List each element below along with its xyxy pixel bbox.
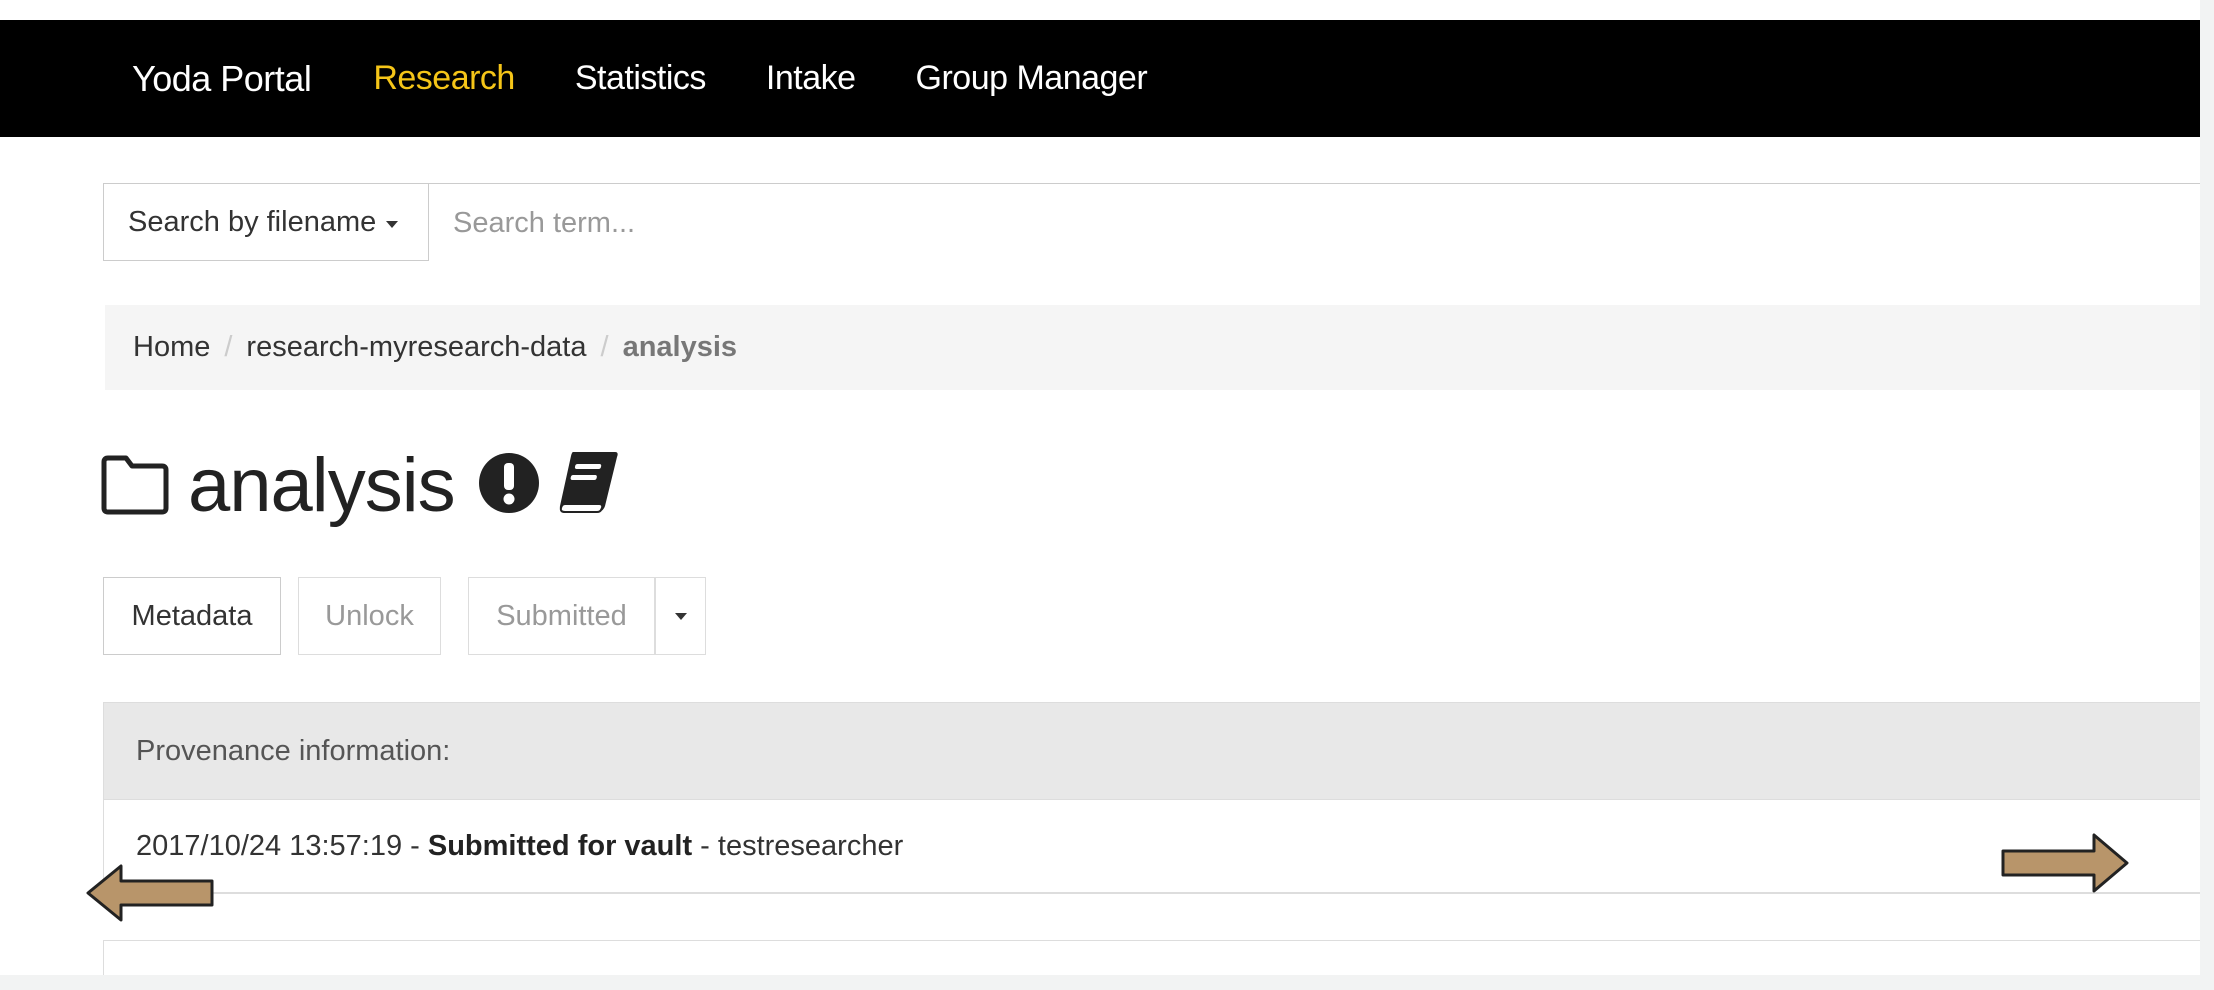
nav-group-manager[interactable]: Group Manager — [916, 59, 1148, 98]
provenance-dash: - — [692, 829, 718, 862]
provenance-heading: Provenance information: — [104, 703, 2200, 800]
search-input[interactable] — [429, 184, 2200, 262]
book-icon[interactable] — [555, 448, 621, 523]
unlock-button[interactable]: Unlock — [298, 577, 441, 655]
nav-intake[interactable]: Intake — [766, 59, 856, 98]
page: Yoda Portal Research Statistics Intake G… — [0, 0, 2214, 990]
browser-viewport: Yoda Portal Research Statistics Intake G… — [0, 0, 2200, 975]
lower-panel — [103, 940, 2200, 975]
arrow-left-icon — [85, 863, 215, 928]
search-type-dropdown[interactable]: Search by filename — [104, 184, 429, 260]
arrow-right-icon — [2000, 832, 2130, 899]
top-navbar: Yoda Portal Research Statistics Intake G… — [0, 20, 2200, 137]
exclamation-circle-icon[interactable] — [477, 451, 541, 520]
breadcrumb-separator: / — [600, 331, 609, 363]
breadcrumb-home[interactable]: Home — [133, 331, 210, 364]
breadcrumb: Home / research-myresearch-data / analys… — [105, 305, 2200, 390]
brand-link[interactable]: Yoda Portal — [132, 58, 312, 100]
nav-research[interactable]: Research — [373, 59, 515, 98]
provenance-panel: Provenance information: 2017/10/24 13:57… — [103, 702, 2200, 894]
search-bar: Search by filename — [103, 183, 2200, 262]
breadcrumb-current: analysis — [622, 331, 738, 363]
status-dropdown-toggle[interactable] — [655, 577, 706, 655]
provenance-entry: 2017/10/24 13:57:19 - Submitted for vaul… — [104, 800, 2200, 893]
breadcrumb-separator: / — [224, 331, 233, 363]
folder-title-row: analysis — [100, 440, 621, 530]
search-type-label: Search by filename — [128, 205, 377, 238]
folder-icon — [100, 454, 170, 516]
provenance-timestamp: 2017/10/24 13:57:19 — [136, 829, 403, 862]
nav-statistics[interactable]: Statistics — [575, 59, 707, 98]
status-button-group: Submitted — [468, 577, 706, 655]
provenance-dash: - — [402, 829, 428, 862]
caret-down-icon — [674, 612, 687, 620]
status-button[interactable]: Submitted — [468, 577, 655, 655]
page-title: analysis — [188, 442, 456, 528]
provenance-action: Submitted for vault — [427, 829, 693, 862]
provenance-user: testresearcher — [717, 829, 904, 862]
breadcrumb-group[interactable]: research-myresearch-data — [246, 331, 586, 364]
caret-down-icon — [386, 220, 399, 228]
metadata-button[interactable]: Metadata — [103, 577, 281, 655]
folder-actions: Metadata Unlock Submitted — [103, 577, 706, 655]
